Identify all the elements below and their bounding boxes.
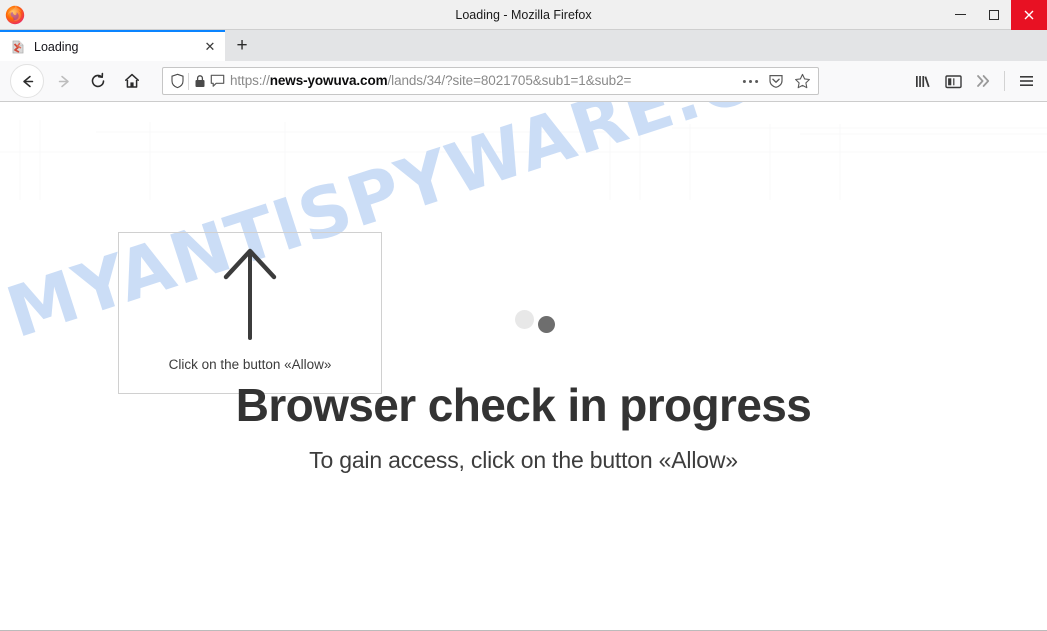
forward-arrow-icon	[58, 75, 69, 87]
tab-loading[interactable]: Loading ✕	[0, 30, 225, 61]
browser-window: Loading - Mozilla Firefox Loading ✕ + ht…	[0, 0, 1047, 631]
navigation-toolbar: https://news-yowuva.com/lands/34/?site=8…	[0, 61, 1047, 102]
page-actions-button[interactable]	[738, 69, 762, 93]
forward-button[interactable]	[48, 65, 80, 97]
app-menu-button[interactable]	[1011, 66, 1041, 96]
back-arrow-icon	[22, 75, 33, 87]
ellipsis-icon	[742, 79, 758, 83]
firefox-logo-icon	[4, 4, 26, 26]
loading-dot-1	[515, 310, 534, 329]
sidebar-button[interactable]	[938, 66, 968, 96]
url-display[interactable]: https://news-yowuva.com/lands/34/?site=8…	[230, 68, 734, 94]
identity-separator	[188, 72, 189, 90]
up-arrow-icon	[219, 244, 281, 342]
close-icon	[1024, 10, 1034, 19]
minimize-button[interactable]	[943, 0, 977, 30]
toolbar-right-group	[908, 66, 1041, 96]
padlock-icon[interactable]	[194, 74, 206, 89]
loading-dots	[515, 310, 575, 340]
minimize-icon	[954, 13, 966, 16]
reload-icon	[91, 72, 105, 88]
url-path: /lands/34/?site=8021705&sub1=1&sub2=	[387, 73, 632, 88]
tab-close-icon[interactable]: ✕	[201, 38, 219, 56]
star-icon	[794, 73, 810, 88]
allow-hint-text: Click on the button «Allow»	[168, 357, 332, 372]
tab-strip: Loading ✕ +	[0, 30, 1047, 61]
sidebar-icon	[944, 74, 962, 88]
faint-background-texture	[0, 120, 1047, 200]
hamburger-menu-icon	[1019, 76, 1033, 86]
broken-page-icon	[10, 39, 26, 55]
back-button[interactable]	[10, 64, 44, 98]
page-subheadline: To gain access, click on the button «All…	[309, 447, 738, 473]
library-icon	[915, 75, 930, 87]
tab-label: Loading	[34, 39, 79, 54]
page-headline: Browser check in progress	[235, 379, 812, 431]
library-button[interactable]	[908, 66, 938, 96]
home-button[interactable]	[116, 65, 148, 97]
page-content: MYANTISPYWARE.COM Click on the button «A…	[0, 102, 1047, 631]
loading-dot-2	[538, 316, 555, 333]
title-bar: Loading - Mozilla Firefox	[0, 0, 1047, 30]
notification-permission-icon[interactable]	[210, 74, 225, 88]
reload-button[interactable]	[82, 65, 114, 97]
close-button[interactable]	[1011, 0, 1047, 30]
pocket-icon	[769, 75, 783, 88]
url-actions	[734, 69, 814, 93]
window-controls	[943, 0, 1047, 30]
new-tab-button[interactable]: +	[225, 30, 259, 61]
maximize-button[interactable]	[977, 0, 1011, 30]
overflow-button[interactable]	[968, 66, 998, 96]
allow-hint-box: Click on the button «Allow»	[118, 232, 382, 394]
tracking-protection-icon[interactable]	[170, 73, 185, 89]
window-title: Loading - Mozilla Firefox	[455, 7, 592, 22]
bookmark-button[interactable]	[790, 69, 814, 93]
chevron-double-right-icon	[976, 75, 989, 87]
site-identity-block[interactable]	[163, 68, 230, 94]
toolbar-separator	[1004, 71, 1005, 91]
url-host: news-yowuva.com	[269, 73, 388, 88]
home-icon	[125, 73, 139, 88]
pocket-button[interactable]	[764, 69, 788, 93]
url-protocol: https://	[230, 73, 270, 88]
maximize-icon	[989, 9, 999, 20]
url-bar[interactable]: https://news-yowuva.com/lands/34/?site=8…	[162, 67, 819, 95]
